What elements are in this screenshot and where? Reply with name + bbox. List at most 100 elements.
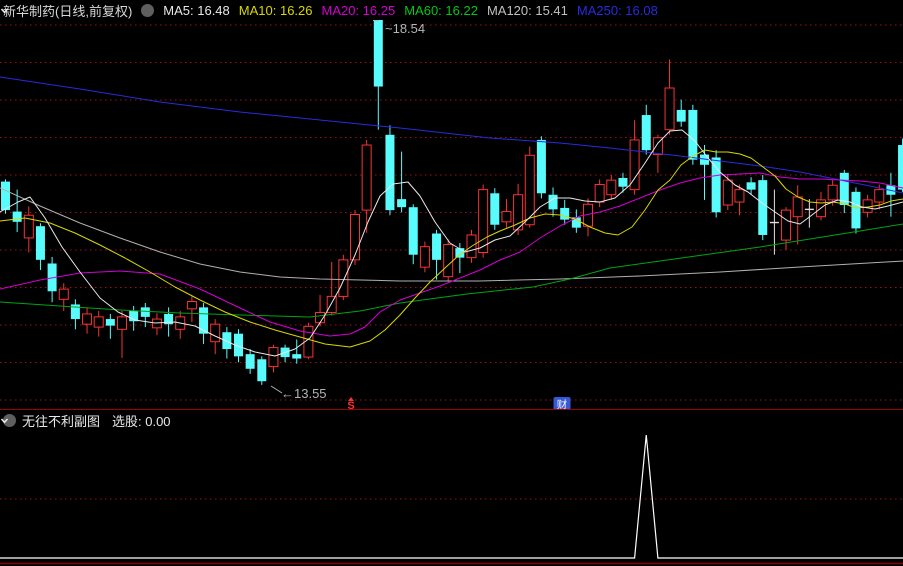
candle xyxy=(315,294,326,327)
candle-body xyxy=(734,189,745,203)
candle xyxy=(199,302,209,344)
candle-body xyxy=(222,332,232,350)
grid-lines xyxy=(0,24,903,401)
candle xyxy=(408,204,418,265)
candle-body xyxy=(326,295,337,313)
candle xyxy=(594,179,605,208)
candle-body xyxy=(186,301,197,310)
signal-subchart[interactable] xyxy=(0,430,903,566)
candle xyxy=(560,199,570,225)
candle-body xyxy=(501,211,512,223)
candle-body xyxy=(82,313,93,325)
candle-body xyxy=(676,109,686,122)
candle-body xyxy=(827,184,838,201)
candle-body xyxy=(338,259,349,297)
signal-line xyxy=(0,434,903,559)
candle xyxy=(804,199,814,228)
candle xyxy=(257,356,267,385)
stock-app-window: 新华制药(日线,前复权) MA5: 16.48 MA10: 16.26 MA20: … xyxy=(0,0,903,566)
candle xyxy=(490,188,500,230)
candle-body xyxy=(292,354,302,359)
candle-body xyxy=(408,207,418,255)
candle xyxy=(606,175,617,200)
candle xyxy=(140,302,150,328)
candle-body xyxy=(874,189,885,203)
stock-title: 新华制药(日线,前复权) xyxy=(3,3,133,19)
candle-body xyxy=(397,199,407,208)
price-annotation: ~18.54 xyxy=(385,21,425,36)
candle-body xyxy=(93,316,104,328)
candles xyxy=(1,20,903,385)
candle xyxy=(373,20,383,130)
candle xyxy=(186,296,197,322)
candle-body xyxy=(35,226,45,260)
candle xyxy=(618,172,628,193)
candle xyxy=(93,311,104,337)
candle-body xyxy=(688,109,698,160)
candle-body xyxy=(478,189,489,254)
candle-body xyxy=(746,182,756,190)
candle-body xyxy=(257,359,267,382)
candle xyxy=(886,172,896,217)
candle-body xyxy=(664,87,675,131)
candle-body xyxy=(898,145,903,190)
candle xyxy=(432,229,442,280)
candle-body xyxy=(490,193,500,225)
candle xyxy=(851,187,861,234)
candle-body xyxy=(105,319,115,326)
candle xyxy=(758,175,768,241)
candle xyxy=(501,199,512,228)
candle xyxy=(419,241,430,273)
candle-body xyxy=(12,211,22,222)
chevron-down-icon[interactable] xyxy=(0,414,16,427)
ma-value-ma20: MA20: 16.25 xyxy=(321,2,396,18)
candle xyxy=(443,239,454,282)
candle xyxy=(676,99,686,127)
candle xyxy=(338,254,349,301)
candle-body xyxy=(385,134,395,211)
ma-value-ma250: MA250: 16.08 xyxy=(576,2,658,18)
candle xyxy=(105,313,115,339)
candle xyxy=(513,183,524,235)
candle xyxy=(898,138,903,192)
candle xyxy=(536,136,546,199)
candle-body xyxy=(711,157,721,213)
candle xyxy=(117,311,127,358)
candle xyxy=(385,125,395,216)
candle-body xyxy=(594,184,605,203)
candle xyxy=(23,206,34,253)
candle xyxy=(175,311,186,339)
candle-body xyxy=(140,307,150,317)
candle-body xyxy=(781,209,792,241)
candle xyxy=(245,349,255,374)
candle-body xyxy=(536,139,546,194)
sub-indicator-name: 无往不利副图 xyxy=(22,414,101,429)
candle-body xyxy=(758,180,768,235)
candle xyxy=(641,104,651,155)
candle-body xyxy=(151,318,162,329)
chevron-down-icon[interactable] xyxy=(0,3,155,17)
sub-indicator-value: 选股: 0.00 xyxy=(112,414,171,429)
panel-separator xyxy=(0,409,903,410)
candle-body xyxy=(373,20,383,87)
candle xyxy=(350,210,360,265)
candle xyxy=(583,198,593,237)
candle-body xyxy=(210,323,221,343)
candle-body xyxy=(117,316,127,330)
candle-body xyxy=(641,115,651,151)
main-candlestick-chart[interactable]: ~18.54←13.55S 财 xyxy=(0,20,903,410)
candle-body xyxy=(792,196,803,218)
candle-body xyxy=(432,233,442,260)
ma-legend: MA5: 16.48 MA10: 16.26 MA20: 16.25 MA60: 16… xyxy=(163,3,658,18)
ma-value-ma60: MA60: 16.22 xyxy=(404,2,478,18)
candle xyxy=(664,59,675,135)
ma-value-ma10: MA10: 16.26 xyxy=(238,2,313,18)
candle xyxy=(722,175,733,211)
candle-body xyxy=(560,207,570,220)
ma-line-ma250 xyxy=(0,76,903,194)
ma-value-ma5: MA5: 16.48 xyxy=(163,2,230,18)
ma-value-ma120: MA120: 15.41 xyxy=(486,2,568,18)
candle-body xyxy=(618,177,628,187)
candle xyxy=(47,256,57,303)
candle-body xyxy=(443,243,454,278)
